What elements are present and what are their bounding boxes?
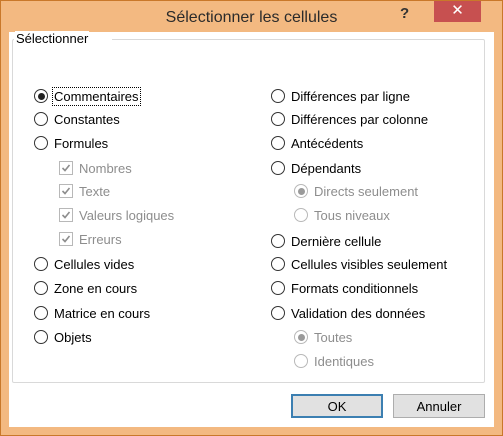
radio-indicator: [34, 112, 48, 126]
option-label: Cellules visibles seulement: [291, 256, 448, 272]
help-button[interactable]: ?: [400, 5, 409, 22]
option-validation-des-donnees[interactable]: Validation des données: [271, 304, 425, 322]
option-label: Formules: [54, 135, 109, 151]
option-label: Texte: [79, 183, 111, 199]
checkbox-valeurs-logiques[interactable]: Valeurs logiques: [59, 206, 174, 224]
option-label: Valeurs logiques: [79, 207, 175, 223]
option-label: Dépendants: [291, 160, 362, 176]
option-antecedents[interactable]: Antécédents: [271, 134, 363, 152]
radio-indicator: [271, 136, 285, 150]
option-derniere-cellule[interactable]: Dernière cellule: [271, 232, 381, 250]
option-label: Dernière cellule: [291, 233, 382, 249]
option-differences-par-ligne[interactable]: Différences par ligne: [271, 87, 410, 105]
ok-button[interactable]: OK: [291, 394, 383, 418]
option-toutes[interactable]: Toutes: [294, 328, 352, 346]
option-label: Antécédents: [291, 135, 364, 151]
option-cellules-visibles-seulement[interactable]: Cellules visibles seulement: [271, 255, 447, 273]
option-differences-par-colonne[interactable]: Différences par colonne: [271, 110, 428, 128]
radio-indicator: [271, 89, 285, 103]
checkbox-erreurs[interactable]: Erreurs: [59, 230, 122, 248]
radio-indicator: [271, 281, 285, 295]
radio-indicator: [271, 234, 285, 248]
option-label: Différences par ligne: [291, 88, 410, 104]
radio-indicator: [34, 136, 48, 150]
option-dependants[interactable]: Dépendants: [271, 159, 361, 177]
option-label: Nombres: [79, 160, 132, 176]
title-bar: Sélectionner les cellules ? ✕: [1, 1, 502, 33]
option-label: Différences par colonne: [291, 111, 429, 127]
option-objets[interactable]: Objets: [34, 328, 92, 346]
option-formules[interactable]: Formules: [34, 134, 108, 152]
option-label: Toutes: [314, 329, 353, 345]
checkbox-nombres[interactable]: Nombres: [59, 159, 132, 177]
option-constantes[interactable]: Constantes: [34, 110, 120, 128]
option-tous-niveaux[interactable]: Tous niveaux: [294, 206, 390, 224]
radio-indicator: [294, 330, 308, 344]
option-formats-conditionnels[interactable]: Formats conditionnels: [271, 279, 418, 297]
option-label: Objets: [54, 329, 92, 345]
radio-indicator: [294, 184, 308, 198]
option-label: Matrice en cours: [54, 305, 151, 321]
checkbox-indicator: [59, 208, 73, 222]
option-label: Cellules vides: [54, 256, 135, 272]
option-identiques[interactable]: Identiques: [294, 352, 374, 370]
close-button[interactable]: ✕: [434, 1, 481, 22]
radio-indicator: [271, 257, 285, 271]
option-label: Zone en cours: [54, 280, 138, 296]
option-label: Formats conditionnels: [291, 280, 419, 296]
radio-indicator: [294, 208, 308, 222]
radio-indicator: [34, 89, 48, 103]
radio-indicator: [271, 306, 285, 320]
option-label: Tous niveaux: [314, 207, 390, 223]
option-label: Constantes: [54, 111, 120, 127]
option-label: Identiques: [314, 353, 374, 369]
dialog-window: Sélectionner les cellules ? ✕ Sélectionn…: [0, 0, 503, 436]
radio-indicator: [294, 354, 308, 368]
option-zone-en-cours[interactable]: Zone en cours: [34, 279, 137, 297]
option-matrice-en-cours[interactable]: Matrice en cours: [34, 304, 150, 322]
radio-indicator: [34, 330, 48, 344]
checkbox-indicator: [59, 184, 73, 198]
option-label: Directs seulement: [314, 183, 419, 199]
radio-indicator: [34, 257, 48, 271]
option-label: Validation des données: [291, 305, 426, 321]
option-commentaires[interactable]: Commentaires: [34, 86, 141, 106]
option-directs-seulement[interactable]: Directs seulement: [294, 182, 418, 200]
radio-indicator: [271, 161, 285, 175]
checkbox-indicator: [59, 161, 73, 175]
checkbox-texte[interactable]: Texte: [59, 182, 110, 200]
option-label: Erreurs: [79, 231, 122, 247]
radio-indicator: [34, 281, 48, 295]
checkbox-indicator: [59, 232, 73, 246]
dialog-title: Sélectionner les cellules: [165, 9, 338, 26]
radio-indicator: [34, 306, 48, 320]
option-cellules-vides[interactable]: Cellules vides: [34, 255, 134, 273]
group-legend: Sélectionner: [15, 31, 90, 46]
option-label: Commentaires: [52, 86, 141, 106]
radio-indicator: [271, 112, 285, 126]
cancel-button[interactable]: Annuler: [393, 394, 485, 418]
dialog-body: Sélectionner Commentaires Constantes For…: [9, 31, 494, 427]
